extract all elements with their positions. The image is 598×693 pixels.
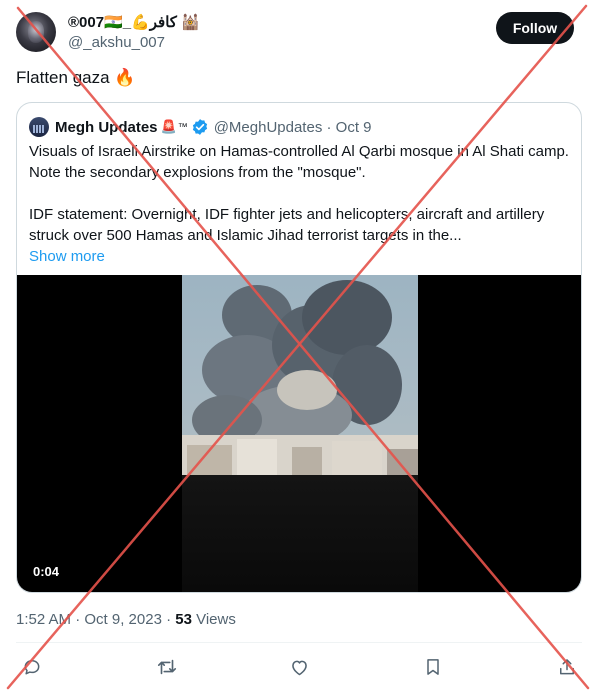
author-display-name[interactable]: ®007🇮🇳_💪كافر 🕍 xyxy=(68,13,200,31)
show-more-link[interactable]: Show more xyxy=(29,246,574,267)
quoted-body-line: struck over 500 Hamas and Islamic Jihad … xyxy=(29,227,462,244)
explosion-video-frame xyxy=(182,275,418,475)
quoted-tweet-body: Visuals of Israeli Airstrike on Hamas-co… xyxy=(29,141,574,267)
video-player[interactable]: 0:04 xyxy=(17,275,581,592)
retweet-icon[interactable] xyxy=(155,655,179,679)
views-label: Views xyxy=(191,611,236,628)
follow-button[interactable]: Follow xyxy=(496,12,574,44)
tweet-meta: 1:52 AM · Oct 9, 2023 · 53 Views xyxy=(16,611,236,628)
quoted-tweet-card[interactable]: Megh Updates 🚨 ™ @MeghUpdates · Oct 9 Vi… xyxy=(16,102,582,593)
video-time-badge: 0:04 xyxy=(27,562,66,581)
bookmark-icon[interactable] xyxy=(421,655,445,679)
like-icon[interactable] xyxy=(287,655,311,679)
views-count: 53 xyxy=(175,611,192,628)
quoted-author-name[interactable]: Megh Updates xyxy=(55,119,158,136)
author-avatar[interactable] xyxy=(16,12,56,52)
trademark-symbol: ™ xyxy=(177,121,188,133)
tweet-actions-bar xyxy=(0,655,598,683)
quoted-body-line: IDF statement: Overnight, IDF fighter je… xyxy=(29,206,545,223)
quoted-tweet-header: Megh Updates 🚨 ™ @MeghUpdates · Oct 9 xyxy=(29,117,372,137)
quoted-body-line: Note the secondary explosions from the "… xyxy=(29,164,366,181)
actions-divider xyxy=(16,642,582,643)
quoted-body-line: Visuals of Israeli Airstrike on Hamas-co… xyxy=(29,143,569,160)
tweet-text: Flatten gaza 🔥 xyxy=(16,68,136,87)
siren-emoji: 🚨 xyxy=(160,119,177,134)
reply-icon[interactable] xyxy=(20,655,44,679)
author-handle[interactable]: @_akshu_007 xyxy=(68,34,165,51)
video-lower-area xyxy=(182,475,418,592)
tweet-time-date[interactable]: 1:52 AM · Oct 9, 2023 · xyxy=(16,611,175,628)
quoted-author-avatar[interactable] xyxy=(29,117,49,137)
share-icon[interactable] xyxy=(555,655,579,679)
quoted-handle-date: @MeghUpdates · Oct 9 xyxy=(213,118,372,136)
verified-icon xyxy=(191,118,209,136)
